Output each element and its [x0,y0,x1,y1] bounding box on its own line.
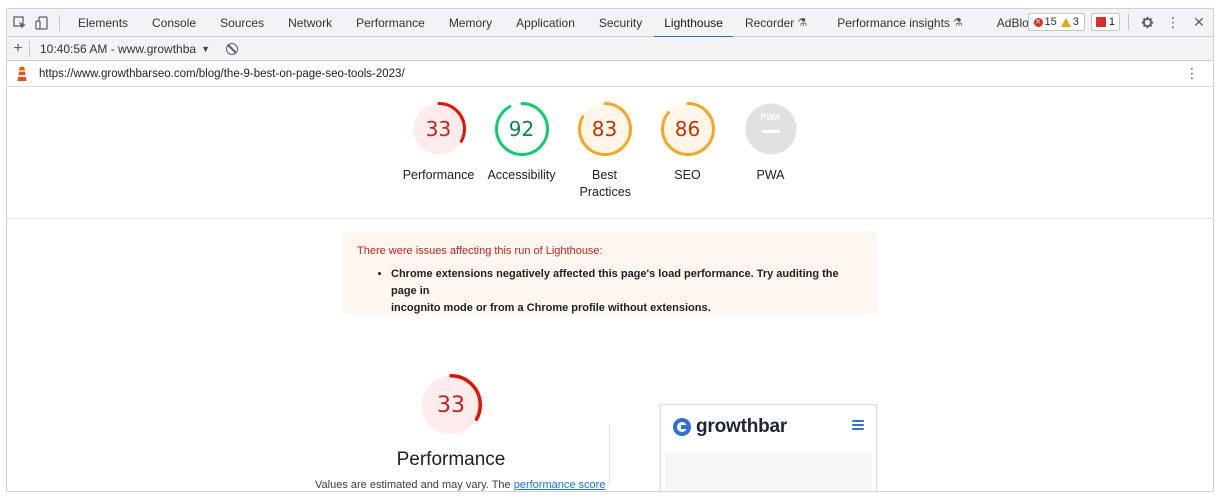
gauge-best-practices[interactable]: 83 Best Practices [563,101,646,201]
warning-item-line: incognito mode or from a Chrome profile … [391,302,711,314]
warning-icon [1060,17,1071,27]
new-report-plus-icon[interactable]: + [7,40,29,58]
score-value: 33 [425,117,452,141]
tab-sources[interactable]: Sources [208,9,276,37]
report-url-bar: https://www.growthbarseo.com/blog/the-9-… [7,61,1213,87]
tab-elements[interactable]: Elements [66,9,140,37]
tab-performance-insights[interactable]: Performance insights ⚗ [819,9,975,37]
caret-down-icon: ▼ [201,43,211,54]
performance-note: Values are estimated and may vary. The p… [315,479,605,491]
score-ring: 86 [660,101,716,157]
console-counts-button[interactable]: ✕ 15 3 [1027,13,1085,31]
tab-security[interactable]: Security [587,9,654,37]
report-selector-value: 10:40:56 AM - www.growthba [40,41,197,56]
panel-tabs: Elements Console Sources Network Perform… [66,9,1053,38]
gauge-pwa[interactable]: PWA PWA [729,101,812,201]
thumbnail-body [665,453,872,491]
tab-memory[interactable]: Memory [437,9,504,37]
column-divider [609,425,610,485]
tab-label: Console [152,15,197,30]
gauge-accessibility[interactable]: 92 Accessibility [480,101,563,201]
performance-score-ring: 33 [419,373,483,437]
warning-list: Chrome extensions negatively affected th… [391,266,863,317]
inspect-element-icon[interactable] [9,12,31,34]
score-value: 92 [508,117,535,141]
tab-label: Sources [220,15,265,30]
error-icon: ✕ [1033,17,1043,27]
experiment-flask-icon: ⚗ [952,17,963,29]
tab-console[interactable]: Console [140,9,208,37]
tab-performance[interactable]: Performance [344,9,437,37]
pwa-dash [761,130,780,133]
performance-score-value: 33 [437,392,465,418]
device-toolbar-icon[interactable] [31,12,53,34]
tab-label: Recorder [744,15,795,30]
toolbar-divider [1128,14,1129,30]
lighthouse-logo-icon [15,66,29,82]
tab-label: Lighthouse [664,15,723,30]
tab-application[interactable]: Application [504,9,587,37]
pwa-badge-icon: PWA [743,101,799,157]
report-selector[interactable]: 10:40:56 AM - www.growthba ▼ [34,42,216,56]
score-gauges: 33 Performance 92 Accessibility 83 Best … [397,101,812,201]
toolbar-divider [59,14,60,31]
score-arc-svg [745,103,796,155]
tab-label: Security [598,15,643,30]
issue-flag-icon [1095,17,1106,27]
tab-label: Application [516,15,575,30]
issues-button[interactable]: 1 [1090,13,1120,31]
run-warnings-box: There were issues affecting this run of … [343,231,877,315]
gauge-seo[interactable]: 86 SEO [646,101,729,201]
score-ring: 33 [411,101,467,157]
growthbar-logo-icon [673,418,691,436]
page-screenshot-thumbnail[interactable]: growthbar [660,404,877,491]
warning-title: There were issues affecting this run of … [357,245,603,257]
score-value: 86 [674,117,701,141]
warning-item-line: Chrome extensions negatively affected th… [391,268,839,297]
report-menu-icon[interactable]: ⋮ [1185,66,1199,80]
tab-label: Memory [448,15,493,30]
tab-label: Elements [78,15,129,30]
gauge-label: Accessibility [487,168,556,182]
growthbar-brand: growthbar [696,416,788,437]
warning-count: 3 [1060,16,1079,28]
thumbnail-header: growthbar [661,405,876,449]
toolbar-divider [29,40,30,57]
close-icon[interactable]: ✕ [1189,12,1209,32]
hamburger-menu-icon [852,420,864,430]
score-value: 83 [591,117,618,141]
error-count: ✕ 15 [1033,16,1057,28]
warning-item: Chrome extensions negatively affected th… [391,266,863,317]
tab-label: Network [288,15,333,30]
toolbar-right: ✕ 15 3 1 ⋮ ✕ [1027,12,1210,32]
tab-lighthouse[interactable]: Lighthouse [654,9,733,38]
pwa-badge-text: PWA [760,112,781,122]
tab-recorder[interactable]: Recorder ⚗ [733,9,819,37]
section-divider [7,218,1213,219]
more-options-icon[interactable]: ⋮ [1163,12,1183,32]
experiment-flask-icon: ⚗ [797,17,808,29]
issue-count: 1 [1108,16,1115,28]
performance-note-text: Values are estimated and may vary. The [315,479,514,491]
tab-label: Performance insights [837,15,950,30]
performance-summary: 33 Performance [391,373,511,471]
score-ring: 92 [494,101,550,157]
performance-score-link[interactable]: performance score [514,479,606,491]
devtools-tabbar: Elements Console Sources Network Perform… [7,9,1213,38]
tab-label: Performance [356,15,425,30]
settings-gear-icon[interactable] [1137,12,1157,32]
performance-title: Performance [396,449,506,470]
devtools-window: Elements Console Sources Network Perform… [6,8,1214,492]
lighthouse-toolbar: + 10:40:56 AM - www.growthba ▼ [7,37,1213,61]
score-ring: 83 [577,101,633,157]
gauge-label: Performance [402,168,475,182]
gauge-label: SEO [674,168,701,182]
report-url[interactable]: https://www.growthbarseo.com/blog/the-9-… [39,68,405,80]
gauge-performance[interactable]: 33 Performance [397,101,480,201]
gauge-label: Best Practices [579,168,631,199]
report-content: 33 Performance 92 Accessibility 83 Best … [7,87,1213,491]
clear-reports-icon[interactable] [226,42,239,55]
tab-network[interactable]: Network [276,9,344,37]
gauge-label: PWA [756,168,785,182]
